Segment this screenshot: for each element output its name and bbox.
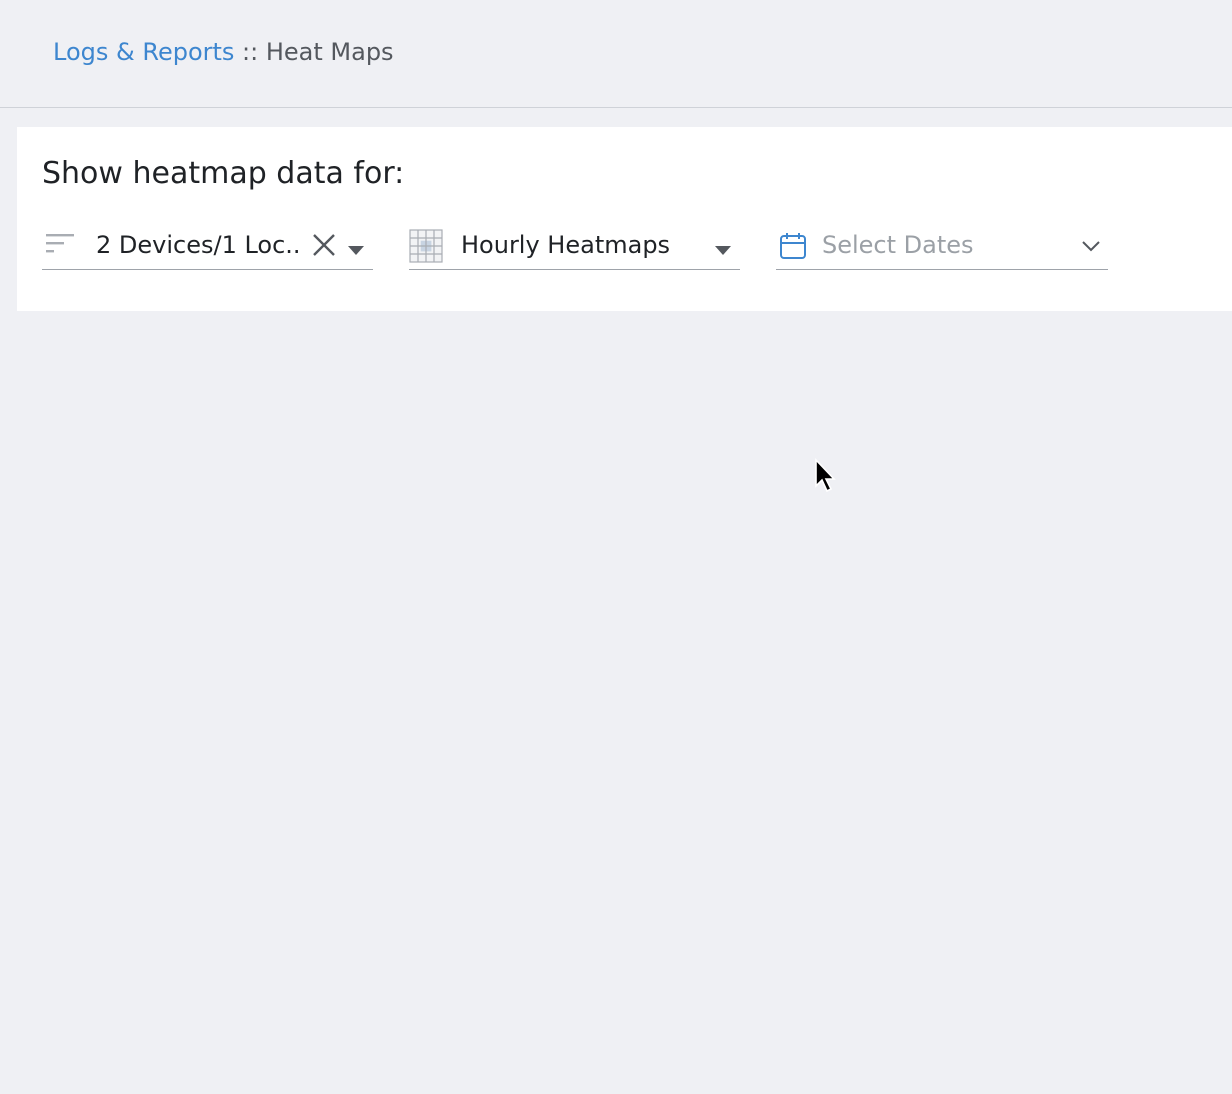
breadcrumb: Logs & Reports :: Heat Maps: [53, 36, 394, 68]
filter-list-icon: [44, 230, 76, 262]
calendar-icon: [778, 231, 808, 265]
header-bar: Logs & Reports :: Heat Maps: [0, 0, 1232, 108]
breadcrumb-current-page: Heat Maps: [265, 38, 394, 66]
close-icon[interactable]: [312, 233, 336, 261]
heatmap-type-value: Hourly Heatmaps: [461, 231, 671, 259]
date-range-placeholder: Select Dates: [822, 231, 974, 259]
breadcrumb-link-logs-reports[interactable]: Logs & Reports: [53, 38, 234, 66]
devices-select[interactable]: 2 Devices/1 Loc...: [42, 227, 373, 270]
breadcrumb-separator: ::: [234, 38, 266, 66]
caret-down-icon[interactable]: [715, 241, 731, 260]
mouse-pointer-icon: [814, 457, 838, 498]
heatmap-filter-panel: Show heatmap data for: 2 Devices/1 Loc..…: [17, 127, 1232, 311]
grid-icon: [409, 229, 445, 269]
heatmap-type-select[interactable]: Hourly Heatmaps: [409, 227, 740, 270]
caret-down-icon[interactable]: [348, 241, 364, 260]
devices-select-value: 2 Devices/1 Loc...: [96, 231, 301, 259]
panel-title: Show heatmap data for:: [42, 156, 405, 191]
date-range-select[interactable]: Select Dates: [776, 227, 1108, 270]
chevron-down-icon[interactable]: [1082, 237, 1100, 256]
